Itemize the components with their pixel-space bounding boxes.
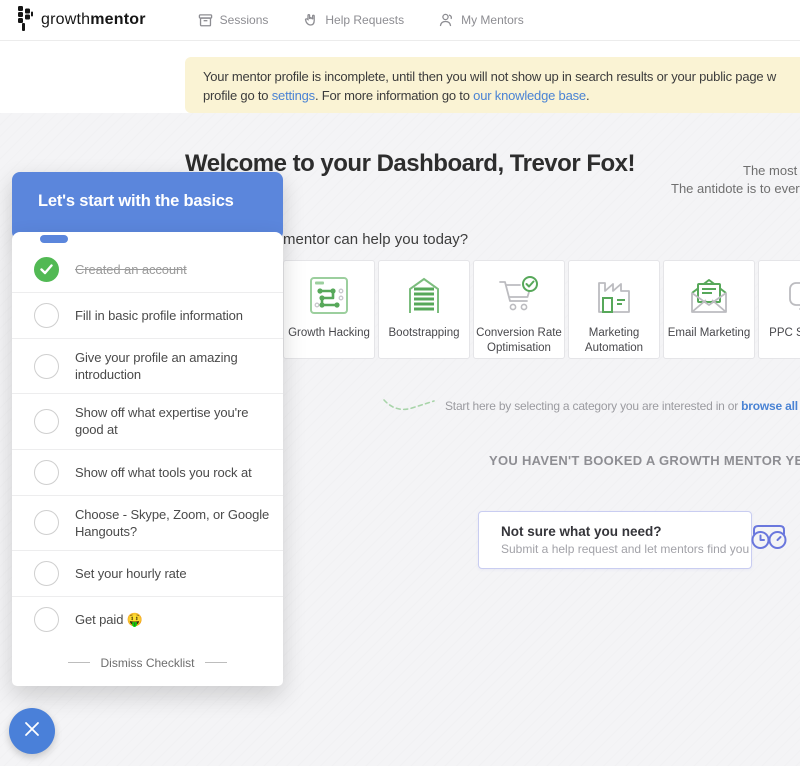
category-label: Marketing Automation bbox=[571, 326, 657, 356]
checklist-item-label: Fill in basic profile information bbox=[75, 307, 243, 324]
checklist-title: Let's start with the basics bbox=[12, 172, 283, 211]
nav-item-label: My Mentors bbox=[461, 13, 524, 27]
dismiss-checklist-label: Dismiss Checklist bbox=[100, 656, 194, 670]
start-here-text: Start here by selecting a category you a… bbox=[445, 399, 800, 413]
unchecked-circle-icon bbox=[34, 561, 59, 586]
top-navbar: growthmentor Sessions bbox=[0, 0, 800, 41]
unchecked-circle-icon bbox=[34, 409, 59, 434]
knowledge-base-link[interactable]: our knowledge base bbox=[473, 88, 586, 103]
checklist-header: Let's start with the basics bbox=[12, 172, 283, 240]
checklist-item-hourly-rate[interactable]: Set your hourly rate bbox=[12, 551, 283, 597]
logo-wordmark: growthmentor bbox=[41, 11, 146, 29]
nav-item-sessions[interactable]: Sessions bbox=[198, 13, 269, 28]
help-card-text: Not sure what you need? Submit a help re… bbox=[501, 524, 749, 556]
category-card-row: Growth Hacking Bootstrapping bbox=[283, 260, 800, 359]
section-subtitle: mentor can help you today? bbox=[283, 231, 468, 248]
my-mentors-icon bbox=[438, 12, 454, 28]
checked-circle-icon bbox=[34, 257, 59, 282]
browse-all-mentors-link[interactable]: browse all mentors bbox=[741, 399, 800, 413]
help-request-card[interactable]: Not sure what you need? Submit a help re… bbox=[478, 511, 752, 569]
checklist-item-tools[interactable]: Show off what tools you rock at bbox=[12, 450, 283, 496]
checklist-body: Created an account Fill in basic profile… bbox=[12, 232, 283, 686]
nav-item-my-mentors[interactable]: My Mentors bbox=[438, 12, 524, 28]
checklist-item-basic-profile[interactable]: Fill in basic profile information bbox=[12, 293, 283, 339]
nav-item-label: Help Requests bbox=[325, 13, 404, 27]
category-card-growth-hacking[interactable]: Growth Hacking bbox=[283, 260, 375, 359]
checklist-progress-bar bbox=[40, 235, 68, 243]
bootstrapping-icon bbox=[402, 273, 446, 319]
unchecked-circle-icon bbox=[34, 354, 59, 379]
checklist-item-label: Choose - Skype, Zoom, or Google Hangouts… bbox=[75, 506, 275, 540]
checklist-item-label: Set your hourly rate bbox=[75, 565, 186, 582]
growthmentor-logo-icon bbox=[18, 5, 33, 36]
category-label: Conversion Rate Optimisation bbox=[476, 326, 562, 356]
category-card-bootstrapping[interactable]: Bootstrapping bbox=[378, 260, 470, 359]
category-label: Bootstrapping bbox=[381, 326, 467, 341]
category-card-ppc-strategy[interactable]: PPC Strategy bbox=[758, 260, 800, 359]
close-checklist-fab[interactable] bbox=[9, 708, 55, 754]
category-label: Growth Hacking bbox=[286, 326, 372, 341]
ppc-strategy-icon bbox=[782, 273, 800, 319]
close-icon bbox=[22, 719, 42, 744]
unchecked-circle-icon bbox=[34, 303, 59, 328]
dash-decoration bbox=[205, 662, 227, 663]
category-card-email-marketing[interactable]: Email Marketing bbox=[663, 260, 755, 359]
goggles-icon bbox=[749, 523, 789, 558]
sessions-icon bbox=[198, 13, 213, 28]
help-card-title: Not sure what you need? bbox=[501, 524, 749, 539]
checklist-items: Created an account Fill in basic profile… bbox=[12, 247, 283, 642]
checklist-item-label: Give your profile an amazing introductio… bbox=[75, 349, 275, 383]
checklist-item-label: Created an account bbox=[75, 261, 187, 278]
category-card-conversion-rate-optimisation[interactable]: Conversion Rate Optimisation bbox=[473, 260, 565, 359]
no-booking-message: YOU HAVEN'T BOOKED A GROWTH MENTOR YET. bbox=[489, 453, 800, 468]
nav-item-label: Sessions bbox=[220, 13, 269, 27]
checklist-item-label: Show off what expertise you're good at bbox=[75, 404, 275, 438]
category-card-marketing-automation[interactable]: Marketing Automation bbox=[568, 260, 660, 359]
quote-line-1: The most c bbox=[743, 163, 800, 178]
checklist-item-get-paid[interactable]: Get paid 🤑 bbox=[12, 597, 283, 642]
curved-arrow-icon bbox=[382, 392, 436, 425]
unchecked-circle-icon bbox=[34, 510, 59, 535]
email-marketing-icon bbox=[686, 273, 732, 319]
incomplete-profile-banner: Your mentor profile is incomplete, until… bbox=[185, 57, 800, 113]
banner-line-2: profile go to settings. For more informa… bbox=[203, 86, 800, 105]
nav-item-help-requests[interactable]: Help Requests bbox=[302, 12, 404, 28]
dismiss-checklist-button[interactable]: Dismiss Checklist bbox=[12, 642, 283, 682]
conversion-rate-icon bbox=[496, 273, 542, 319]
unchecked-circle-icon bbox=[34, 607, 59, 632]
category-label: PPC Strategy bbox=[761, 326, 800, 341]
growth-hacking-icon bbox=[306, 273, 352, 319]
banner-line-1: Your mentor profile is incomplete, until… bbox=[203, 67, 800, 86]
checklist-item-created-account[interactable]: Created an account bbox=[12, 247, 283, 293]
help-card-subtitle: Submit a help request and let mentors fi… bbox=[501, 542, 749, 556]
dash-decoration bbox=[68, 662, 90, 663]
checklist-item-call-tool[interactable]: Choose - Skype, Zoom, or Google Hangouts… bbox=[12, 496, 283, 551]
checklist-item-introduction[interactable]: Give your profile an amazing introductio… bbox=[12, 339, 283, 394]
help-requests-icon bbox=[302, 12, 318, 28]
category-label: Email Marketing bbox=[666, 326, 752, 341]
growthmentor-logo[interactable]: growthmentor bbox=[18, 5, 146, 36]
checklist-item-label: Show off what tools you rock at bbox=[75, 464, 252, 481]
quote-line-2: The antidote is to every e bbox=[671, 181, 800, 196]
settings-link[interactable]: settings bbox=[272, 88, 315, 103]
checklist-item-label: Get paid 🤑 bbox=[75, 611, 143, 628]
nav-items: Sessions Help Requests bbox=[198, 12, 524, 28]
dashboard-screen: growthmentor Sessions bbox=[0, 0, 800, 766]
checklist-item-expertise[interactable]: Show off what expertise you're good at bbox=[12, 394, 283, 449]
unchecked-circle-icon bbox=[34, 460, 59, 485]
marketing-automation-icon bbox=[592, 273, 636, 319]
